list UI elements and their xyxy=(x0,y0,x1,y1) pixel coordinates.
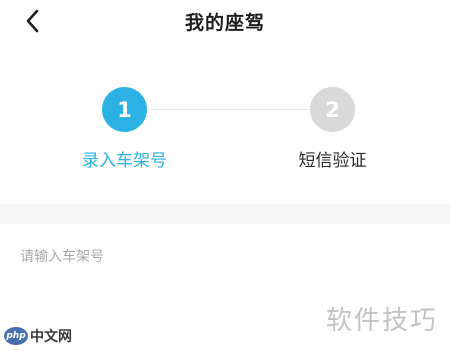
header-bar: 我的座驾 xyxy=(0,0,450,42)
step-indicator: 1 录入车架号 2 短信验证 xyxy=(0,42,450,202)
step-2-label: 短信验证 xyxy=(298,151,367,171)
step-2-circle: 2 xyxy=(310,87,355,132)
php-logo-icon: php xyxy=(4,327,28,345)
logo-text: 中文网 xyxy=(30,329,72,345)
step-connector xyxy=(150,109,310,110)
watermark-text: 软件技巧 xyxy=(325,306,438,336)
site-logo: php 中文网 xyxy=(4,326,72,346)
section-divider xyxy=(0,204,450,224)
step-1-label: 录入车架号 xyxy=(82,151,167,171)
step-1-circle: 1 xyxy=(102,87,147,132)
page-title: 我的座驾 xyxy=(184,12,265,34)
vin-input[interactable] xyxy=(20,240,420,274)
